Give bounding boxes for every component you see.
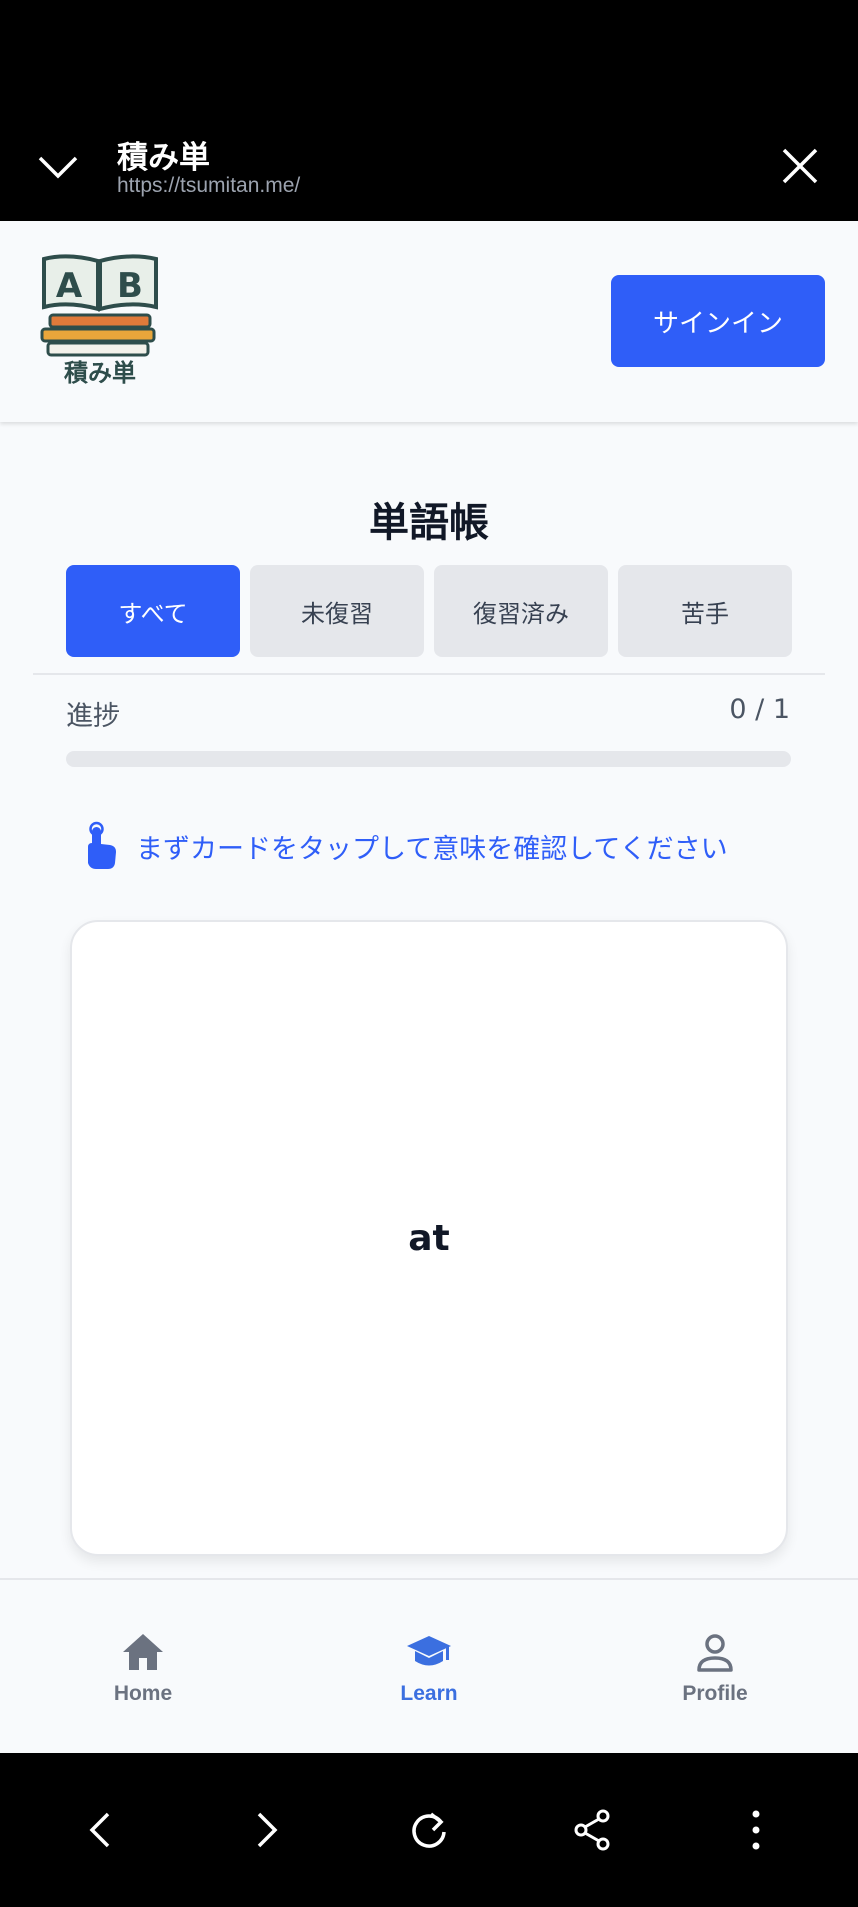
nav-label-learn: Learn (400, 1681, 458, 1705)
flashcard[interactable]: at (70, 920, 788, 1556)
home-icon (119, 1628, 167, 1676)
flashcard-word: at (408, 1217, 450, 1259)
back-icon[interactable] (74, 1802, 130, 1858)
share-icon[interactable] (565, 1802, 621, 1858)
nav-item-home[interactable]: Home (0, 1580, 286, 1753)
chevron-down-icon[interactable] (36, 145, 80, 189)
hint-text: まずカードをタップして意味を確認してください (136, 833, 728, 865)
progress-label: 進捗 (66, 701, 120, 732)
logo-letter-b: B (117, 266, 143, 306)
reload-icon[interactable] (401, 1802, 457, 1858)
app-logo[interactable]: A B 積み単 (38, 251, 162, 387)
site-title: 積み単 (117, 140, 210, 176)
signin-button[interactable]: サインイン (611, 275, 825, 367)
tab-weak[interactable]: 苦手 (618, 565, 792, 657)
bottom-nav: Home Learn Profile (0, 1578, 858, 1753)
user-icon (691, 1628, 739, 1676)
logo-letter-a: A (56, 266, 83, 306)
page-title: 単語帳 (369, 500, 489, 546)
tab-all[interactable]: すべて (66, 565, 240, 657)
browser-top-bar: 積み単 https://tsumitan.me/ (0, 0, 858, 221)
tab-unreviewed[interactable]: 未復習 (250, 565, 424, 657)
progress-count: 0 / 1 (729, 694, 790, 725)
logo-text: 積み単 (64, 359, 136, 387)
nav-label-profile: Profile (682, 1681, 748, 1705)
divider (33, 673, 825, 675)
forward-icon[interactable] (237, 1802, 293, 1858)
filter-tabs: すべて 未復習 復習済み 苦手 (66, 565, 792, 657)
nav-item-profile[interactable]: Profile (572, 1580, 858, 1753)
app-header: A B 積み単 サインイン (0, 221, 858, 422)
tap-hand-icon (80, 821, 120, 871)
hint-message: まずカードをタップして意味を確認してください (80, 818, 800, 874)
site-url: https://tsumitan.me/ (117, 174, 301, 197)
more-menu-icon[interactable] (728, 1802, 784, 1858)
nav-item-learn[interactable]: Learn (286, 1580, 572, 1753)
close-icon[interactable] (778, 144, 822, 188)
browser-bottom-bar (0, 1753, 858, 1907)
tab-reviewed[interactable]: 復習済み (434, 565, 608, 657)
nav-label-home: Home (113, 1681, 173, 1705)
graduation-cap-icon (405, 1628, 453, 1676)
progress-bar (66, 751, 791, 767)
